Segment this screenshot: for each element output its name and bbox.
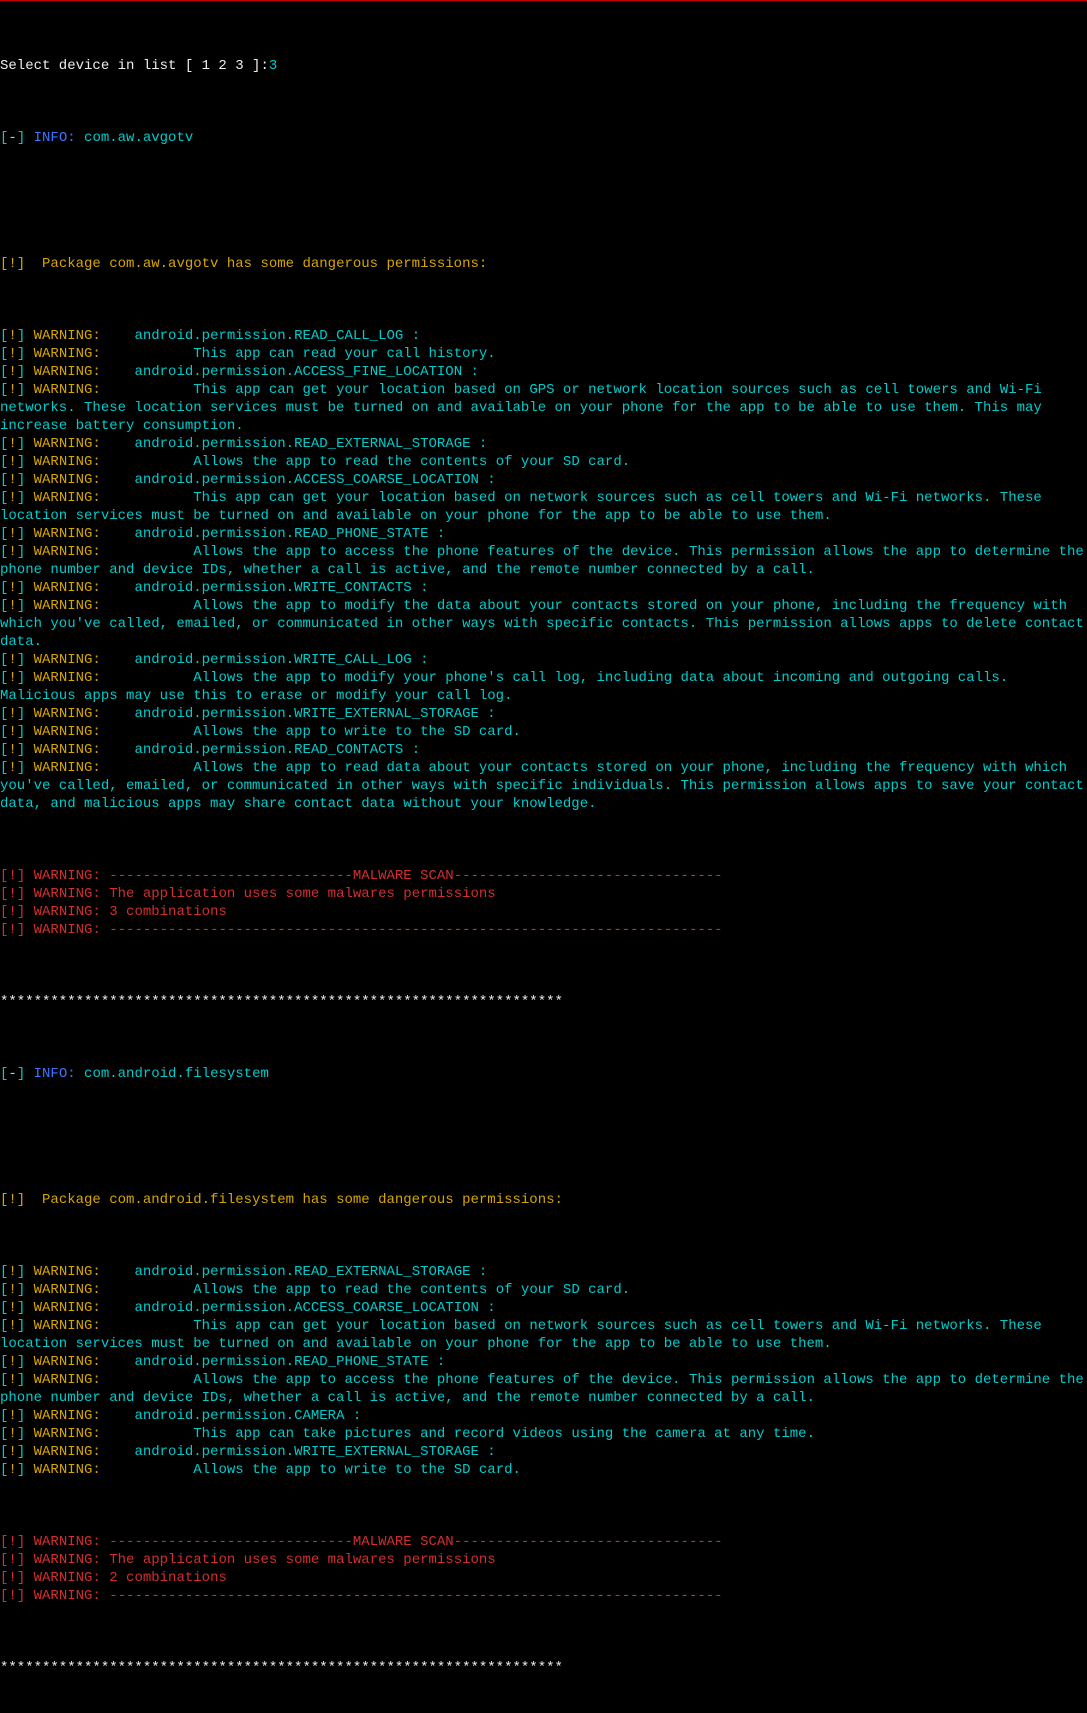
warning-line: [!] WARNING: android.permission.READ_PHO… (0, 525, 1087, 543)
warning-line: [!] WARNING: Allows the app to write to … (0, 723, 1087, 741)
info-line-pkg2: [-] INFO: com.android.filesystem (0, 1065, 1087, 1083)
warning-line: [!] WARNING: This app can get your locat… (0, 1317, 1087, 1353)
malware-text: ----------------------------------------… (109, 922, 722, 938)
malware-line: [!] WARNING: The application uses some m… (0, 1551, 1087, 1569)
warning-line: [!] WARNING: android.permission.READ_EXT… (0, 1263, 1087, 1281)
malware-text: 3 combinations (109, 904, 227, 920)
warning-text: This app can get your location based on … (0, 490, 1050, 524)
warning-text: android.permission.CAMERA : (109, 1408, 361, 1424)
warning-line: [!] WARNING: android.permission.ACCESS_F… (0, 363, 1087, 381)
warning-text: This app can read your call history. (109, 346, 495, 362)
warning-text: android.permission.WRITE_CONTACTS : (109, 580, 428, 596)
warning-text: Allows the app to read the contents of y… (109, 1282, 630, 1298)
warning-text: Allows the app to access the phone featu… (0, 544, 1087, 578)
warning-text: android.permission.READ_EXTERNAL_STORAGE… (109, 1264, 487, 1280)
warning-line: [!] WARNING: This app can get your locat… (0, 381, 1087, 435)
warning-line: [!] WARNING: android.permission.ACCESS_C… (0, 471, 1087, 489)
malware-line: [!] WARNING: ---------------------------… (0, 867, 1087, 885)
danger-header-pkg2: [!] Package com.android.filesystem has s… (0, 1191, 1087, 1209)
warning-line: [!] WARNING: android.permission.WRITE_EX… (0, 1443, 1087, 1461)
prompt-line: Select device in list [ 1 2 3 ]:3 (0, 57, 1087, 75)
malware-line: [!] WARNING: ---------------------------… (0, 1533, 1087, 1551)
pkg2-warning-list: [!] WARNING: android.permission.READ_EXT… (0, 1263, 1087, 1479)
prompt-input[interactable]: 3 (269, 58, 277, 74)
warning-line: [!] WARNING: Allows the app to read the … (0, 453, 1087, 471)
warning-text: Allows the app to write to the SD card. (109, 1462, 521, 1478)
prompt-text: Select device in list [ 1 2 3 ]: (0, 58, 269, 74)
warning-line: [!] WARNING: android.permission.WRITE_CA… (0, 651, 1087, 669)
malware-text: 2 combinations (109, 1570, 227, 1586)
warning-line: [!] WARNING: android.permission.READ_CON… (0, 741, 1087, 759)
malware-line: [!] WARNING: 3 combinations (0, 903, 1087, 921)
separator: ****************************************… (0, 993, 1087, 1011)
warning-text: android.permission.ACCESS_FINE_LOCATION … (109, 364, 479, 380)
info-line-pkg1: [-] INFO: com.aw.avgotv (0, 129, 1087, 147)
warning-text: android.permission.READ_PHONE_STATE : (109, 1354, 445, 1370)
warning-text: Allows the app to modify the data about … (0, 598, 1087, 650)
warning-line: [!] WARNING: Allows the app to access th… (0, 1371, 1087, 1407)
malware-line: [!] WARNING: The application uses some m… (0, 885, 1087, 903)
warning-text: Allows the app to write to the SD card. (109, 724, 521, 740)
warning-text: android.permission.READ_CONTACTS : (109, 742, 420, 758)
warning-line: [!] WARNING: Allows the app to modify yo… (0, 669, 1087, 705)
warning-text: This app can get your location based on … (0, 1318, 1050, 1352)
warning-line: [!] WARNING: android.permission.READ_EXT… (0, 435, 1087, 453)
warning-line: [!] WARNING: android.permission.WRITE_CO… (0, 579, 1087, 597)
warning-line: [!] WARNING: Allows the app to read the … (0, 1281, 1087, 1299)
warning-line: [!] WARNING: android.permission.WRITE_EX… (0, 705, 1087, 723)
warning-text: Allows the app to read the contents of y… (109, 454, 630, 470)
warning-line: [!] WARNING: Allows the app to read data… (0, 759, 1087, 813)
warning-text: android.permission.READ_PHONE_STATE : (109, 526, 445, 542)
malware-text: ----------------------------------------… (109, 1588, 722, 1604)
warning-text: Allows the app to modify your phone's ca… (0, 670, 1017, 704)
warning-text: android.permission.READ_EXTERNAL_STORAGE… (109, 436, 487, 452)
pkg2-name: com.android.filesystem (76, 1066, 269, 1082)
warning-text: android.permission.WRITE_EXTERNAL_STORAG… (109, 1444, 495, 1460)
warning-line: [!] WARNING: android.permission.ACCESS_C… (0, 1299, 1087, 1317)
malware-text: -----------------------------MALWARE SCA… (109, 1534, 722, 1550)
warning-line: [!] WARNING: This app can take pictures … (0, 1425, 1087, 1443)
warning-text: android.permission.ACCESS_COARSE_LOCATIO… (109, 1300, 495, 1316)
warning-text: android.permission.ACCESS_COARSE_LOCATIO… (109, 472, 495, 488)
malware-line: [!] WARNING: ---------------------------… (0, 921, 1087, 939)
warning-line: [!] WARNING: android.permission.READ_PHO… (0, 1353, 1087, 1371)
warning-text: android.permission.WRITE_CALL_LOG : (109, 652, 428, 668)
warning-text: This app can get your location based on … (0, 382, 1050, 434)
info-label: INFO: (34, 130, 76, 146)
pkg1-malware-list: [!] WARNING: ---------------------------… (0, 867, 1087, 939)
pkg1-warning-list: [!] WARNING: android.permission.READ_CAL… (0, 327, 1087, 813)
malware-text: The application uses some malwares permi… (109, 886, 504, 902)
malware-line: [!] WARNING: ---------------------------… (0, 1587, 1087, 1605)
info-label: INFO: (34, 1066, 76, 1082)
warning-text: android.permission.READ_CALL_LOG : (109, 328, 420, 344)
warning-text: This app can take pictures and record vi… (109, 1426, 815, 1442)
pkg1-name: com.aw.avgotv (76, 130, 194, 146)
warning-text: Allows the app to access the phone featu… (0, 1372, 1087, 1406)
warning-line: [!] WARNING: Allows the app to access th… (0, 543, 1087, 579)
warning-line: [!] WARNING: Allows the app to modify th… (0, 597, 1087, 651)
terminal-output: Select device in list [ 1 2 3 ]:3 [-] IN… (0, 1, 1087, 1713)
malware-line: [!] WARNING: 2 combinations (0, 1569, 1087, 1587)
warning-line: [!] WARNING: Allows the app to write to … (0, 1461, 1087, 1479)
warning-line: [!] WARNING: This app can get your locat… (0, 489, 1087, 525)
warning-text: android.permission.WRITE_EXTERNAL_STORAG… (109, 706, 495, 722)
malware-text: -----------------------------MALWARE SCA… (109, 868, 722, 884)
pkg2-malware-list: [!] WARNING: ---------------------------… (0, 1533, 1087, 1605)
warning-line: [!] WARNING: android.permission.CAMERA : (0, 1407, 1087, 1425)
malware-text: The application uses some malwares permi… (109, 1552, 504, 1568)
warning-line: [!] WARNING: This app can read your call… (0, 345, 1087, 363)
separator: ****************************************… (0, 1659, 1087, 1677)
danger-header-pkg1: [!] Package com.aw.avgotv has some dange… (0, 255, 1087, 273)
warning-text: Allows the app to read data about your c… (0, 760, 1087, 812)
warning-line: [!] WARNING: android.permission.READ_CAL… (0, 327, 1087, 345)
